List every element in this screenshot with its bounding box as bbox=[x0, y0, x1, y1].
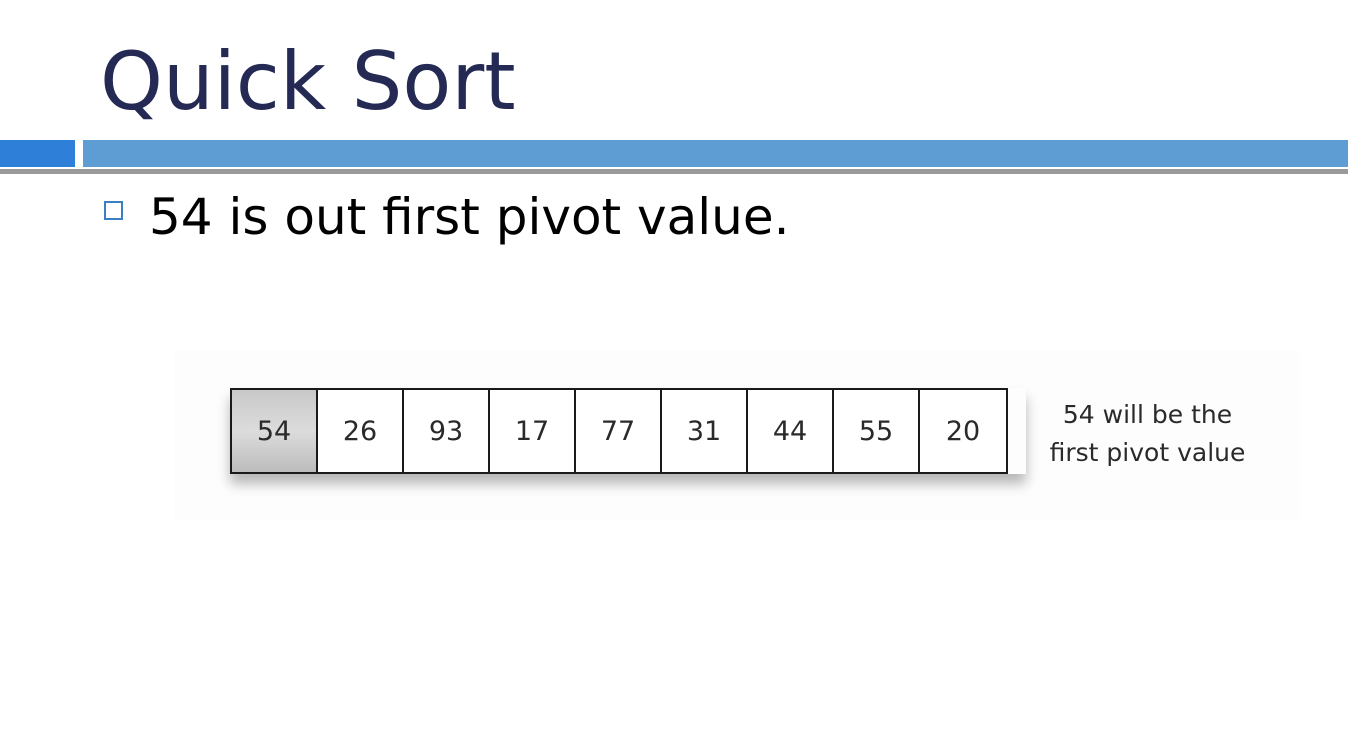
bullet-square-icon bbox=[104, 201, 123, 220]
array-cells: 54 26 93 17 77 31 44 55 20 bbox=[230, 388, 1008, 474]
array-cell: 44 bbox=[748, 390, 834, 472]
title-accent-bar-left bbox=[0, 140, 75, 167]
title-accent-bar-right bbox=[83, 140, 1348, 167]
array-cell: 26 bbox=[318, 390, 404, 472]
slide-title: Quick Sort bbox=[100, 35, 516, 128]
pivot-caption-line-1: 54 will be the bbox=[1062, 400, 1233, 429]
pivot-caption: 54 will be the first pivot value bbox=[1040, 396, 1255, 472]
title-divider bbox=[0, 169, 1348, 174]
array-cell: 93 bbox=[404, 390, 490, 472]
array-cell: 31 bbox=[662, 390, 748, 472]
bullet-text: 54 is out first pivot value. bbox=[149, 188, 790, 246]
array-cell: 77 bbox=[576, 390, 662, 472]
array-cell: 17 bbox=[490, 390, 576, 472]
slide: Quick Sort 54 is out first pivot value. … bbox=[0, 0, 1348, 755]
array-cell-pivot: 54 bbox=[232, 390, 318, 472]
array-cell: 20 bbox=[920, 390, 1006, 472]
array-cell: 55 bbox=[834, 390, 920, 472]
pivot-caption-line-2: first pivot value bbox=[1049, 438, 1246, 467]
